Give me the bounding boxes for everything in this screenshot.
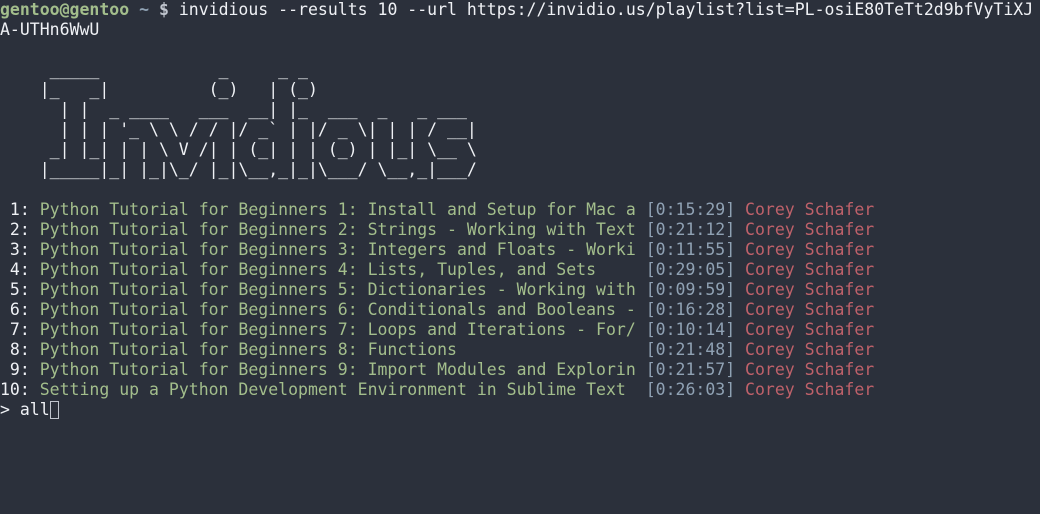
result-title: Python Tutorial for Beginners 5: Diction… bbox=[29, 280, 646, 299]
list-item[interactable]: 4: Python Tutorial for Beginners 4: List… bbox=[0, 260, 1040, 280]
selection-input[interactable]: all bbox=[20, 400, 50, 419]
result-title: Python Tutorial for Beginners 1: Install… bbox=[29, 200, 646, 219]
banner-line: _____ _ _ _ bbox=[0, 60, 308, 79]
user-host: gentoo@gentoo bbox=[0, 0, 130, 19]
result-index: 2: bbox=[0, 220, 30, 239]
list-item[interactable]: 6: Python Tutorial for Beginners 6: Cond… bbox=[0, 300, 1040, 320]
list-item[interactable]: 8: Python Tutorial for Beginners 8: Func… bbox=[0, 340, 1040, 360]
results-list: 1: Python Tutorial for Beginners 1: Inst… bbox=[0, 200, 1040, 400]
result-index: 9: bbox=[0, 360, 30, 379]
result-author: Corey Schafer bbox=[735, 360, 875, 379]
result-author: Corey Schafer bbox=[735, 340, 875, 359]
command-line: gentoo@gentoo ~ $ invidious --results 10… bbox=[0, 0, 1040, 20]
result-index: 8: bbox=[0, 340, 30, 359]
result-duration: [0:21:48] bbox=[645, 340, 736, 359]
ascii-banner: _____ _ _ _ |_ _| (_) | (_) | | _ ____ _… bbox=[0, 60, 1040, 180]
result-author: Corey Schafer bbox=[735, 260, 875, 279]
banner-line: | | _ ____ ___ __| |_ ___ _ _ ___ bbox=[0, 100, 467, 119]
result-index: 5: bbox=[0, 280, 30, 299]
selection-input-line[interactable]: > all bbox=[0, 400, 1040, 420]
result-title: Python Tutorial for Beginners 9: Import … bbox=[29, 360, 646, 379]
result-author: Corey Schafer bbox=[735, 220, 875, 239]
result-author: Corey Schafer bbox=[735, 380, 875, 399]
prompt-symbol: $ bbox=[158, 0, 169, 19]
command-text: invidious --results 10 --url https://inv… bbox=[178, 0, 1034, 19]
current-dir: ~ bbox=[139, 0, 150, 19]
result-index: 6: bbox=[0, 300, 30, 319]
result-title: Setting up a Python Development Environm… bbox=[29, 380, 646, 399]
result-duration: [0:11:55] bbox=[645, 240, 736, 259]
result-index: 4: bbox=[0, 260, 30, 279]
result-duration: [0:10:14] bbox=[645, 320, 736, 339]
input-prompt: > bbox=[0, 400, 20, 419]
result-duration: [0:21:57] bbox=[645, 360, 736, 379]
result-title: Python Tutorial for Beginners 3: Integer… bbox=[29, 240, 646, 259]
list-item[interactable]: 1: Python Tutorial for Beginners 1: Inst… bbox=[0, 200, 1040, 220]
result-duration: [0:15:29] bbox=[645, 200, 736, 219]
list-item[interactable]: 2: Python Tutorial for Beginners 2: Stri… bbox=[0, 220, 1040, 240]
result-title: Python Tutorial for Beginners 4: Lists, … bbox=[29, 260, 646, 279]
command-line-wrap: A-UTHn6WwU bbox=[0, 20, 1040, 40]
result-title: Python Tutorial for Beginners 8: Functio… bbox=[29, 340, 646, 359]
result-author: Corey Schafer bbox=[735, 200, 875, 219]
list-item[interactable]: 5: Python Tutorial for Beginners 5: Dict… bbox=[0, 280, 1040, 300]
result-title: Python Tutorial for Beginners 6: Conditi… bbox=[29, 300, 646, 319]
command-text-continued: A-UTHn6WwU bbox=[0, 20, 100, 39]
list-item[interactable]: 7: Python Tutorial for Beginners 7: Loop… bbox=[0, 320, 1040, 340]
list-item[interactable]: 3: Python Tutorial for Beginners 3: Inte… bbox=[0, 240, 1040, 260]
terminal-window[interactable]: gentoo@gentoo ~ $ invidious --results 10… bbox=[0, 0, 1040, 514]
result-index: 1: bbox=[0, 200, 30, 219]
result-duration: [0:09:59] bbox=[645, 280, 736, 299]
result-author: Corey Schafer bbox=[735, 320, 875, 339]
result-index: 10: bbox=[0, 380, 30, 399]
result-author: Corey Schafer bbox=[735, 280, 875, 299]
text-cursor bbox=[49, 401, 59, 419]
result-title: Python Tutorial for Beginners 7: Loops a… bbox=[29, 320, 646, 339]
banner-line: | | | '_ \ \ / / |/ _` | |/ _ \| | | / _… bbox=[0, 120, 477, 139]
banner-line: _| |_| | | \ V /| | (_| | | (_) | |_| \_… bbox=[0, 140, 477, 159]
result-duration: [0:29:05] bbox=[645, 260, 736, 279]
result-duration: [0:26:03] bbox=[645, 380, 736, 399]
list-item[interactable]: 10: Setting up a Python Development Envi… bbox=[0, 380, 1040, 400]
banner-line: |_ _| (_) | (_) bbox=[0, 80, 318, 99]
result-index: 3: bbox=[0, 240, 30, 259]
result-author: Corey Schafer bbox=[735, 240, 875, 259]
result-author: Corey Schafer bbox=[735, 300, 875, 319]
banner-line: |_____|_| |_|\_/ |_|\__,_|_|\___/ \__,_|… bbox=[0, 160, 477, 179]
result-duration: [0:21:12] bbox=[645, 220, 736, 239]
result-index: 7: bbox=[0, 320, 30, 339]
list-item[interactable]: 9: Python Tutorial for Beginners 9: Impo… bbox=[0, 360, 1040, 380]
result-duration: [0:16:28] bbox=[645, 300, 736, 319]
result-title: Python Tutorial for Beginners 2: Strings… bbox=[29, 220, 646, 239]
